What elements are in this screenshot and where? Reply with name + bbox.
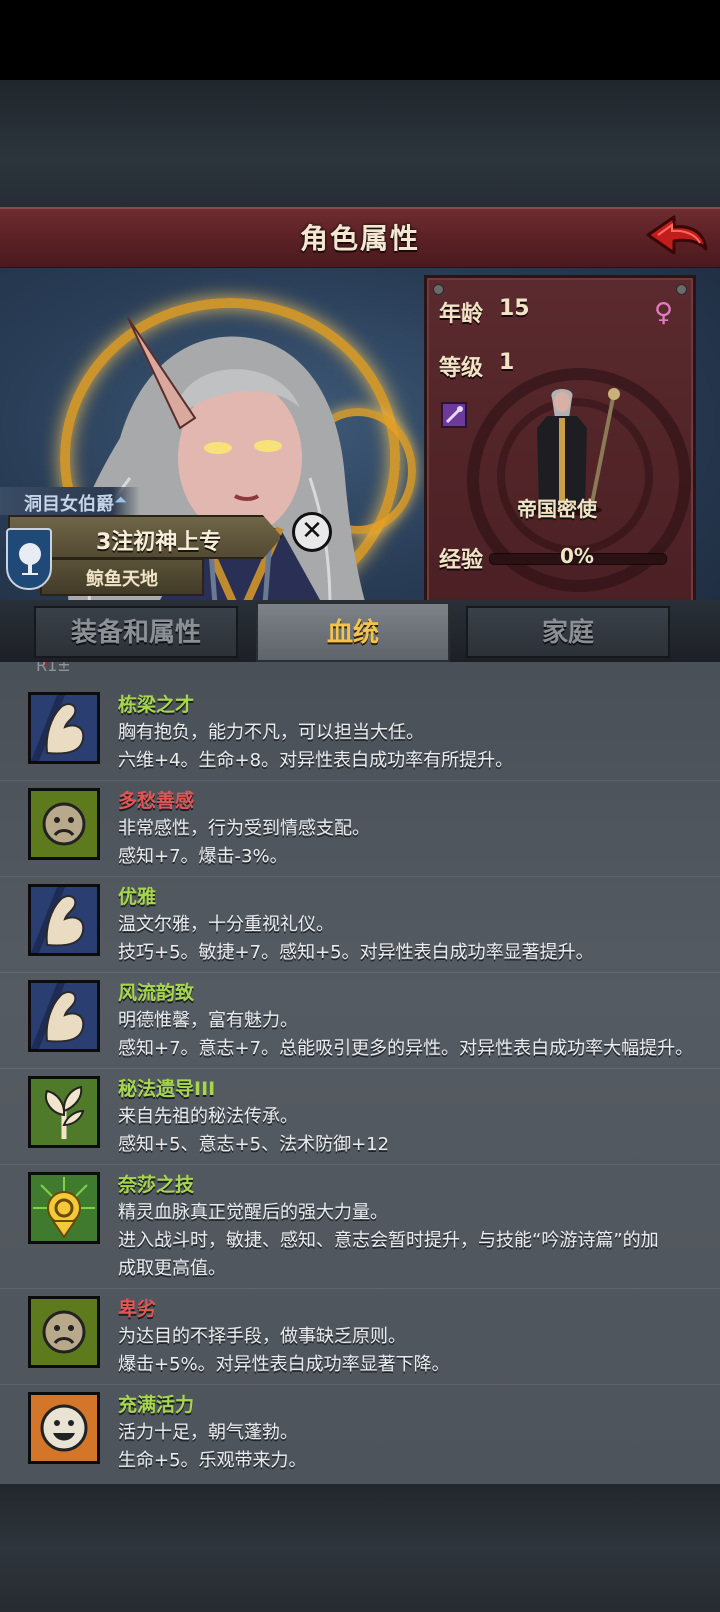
tree-crest-icon: [6, 528, 52, 590]
trait-row[interactable]: 栋梁之才 胸有抱负，能力不凡，可以担当大任。 六维+4。生命+8。对异性表白成功…: [0, 684, 720, 781]
trait-list[interactable]: R1± 栋梁之才 胸有抱负，能力不凡，可以担当大任。 六维+4。生命+8。对异性…: [0, 662, 720, 1484]
trait-effect: 进入战斗时，敏捷、感知、意志会暂时提升，与技能“吟游诗篇”的加: [118, 1230, 659, 1251]
trait-desc: 明德惟馨，富有魅力。: [118, 1010, 298, 1031]
trait-row[interactable]: 秘法遗导III 来自先祖的秘法传承。 感知+5、意志+5、法术防御+12: [0, 1068, 720, 1165]
trait-desc: 精灵血脉真正觉醒后的强大力量。: [118, 1202, 388, 1223]
trait-effect: 六维+4。生命+8。对异性表白成功率有所提升。: [118, 750, 514, 771]
trait-name: 风流韵致: [118, 982, 195, 1004]
female-gender-icon: ♀: [653, 298, 673, 328]
sprout-icon: [28, 1076, 100, 1148]
back-button[interactable]: [644, 213, 710, 263]
title-bar: 角色属性: [0, 207, 720, 270]
tree-icon: [19, 543, 41, 575]
xp-value: 0%: [560, 544, 594, 568]
class-name: 帝国密使: [517, 497, 597, 521]
panel-rivet: [433, 284, 444, 295]
flexed-arm-icon: [28, 692, 100, 764]
trait-row[interactable]: 充满活力 活力十足，朝气蓬勃。 生命+5。乐观带来力。: [0, 1384, 720, 1480]
sad-face-icon: [28, 1296, 100, 1368]
age-label: 年龄: [439, 302, 484, 327]
trait-effect: 感知+7。爆击-3%。: [118, 846, 288, 867]
back-arrow-icon: [646, 215, 708, 255]
panel-rivet: [676, 284, 687, 295]
trait-effect: 感知+7。意志+7。总能吸引更多的异性。对异性表白成功率大幅提升。: [118, 1038, 694, 1059]
trait-desc: 活力十足，朝气蓬勃。: [118, 1422, 298, 1443]
tab-bar: 装备和属性 血统 家庭: [0, 600, 720, 662]
tab-bloodline[interactable]: 血统: [256, 602, 450, 662]
land-plate: 鲸鱼天地: [40, 558, 204, 596]
rank-up-icon: ⏶: [114, 490, 127, 509]
trait-row[interactable]: 奈莎之技 精灵血脉真正觉醒后的强大力量。 进入战斗时，敏捷、感知、意志会暂时提升…: [0, 1164, 720, 1289]
sad-face-icon: [28, 788, 100, 860]
trait-name: 充满活力: [118, 1394, 195, 1416]
trait-name: 奈莎之技: [118, 1174, 195, 1196]
level-label: 等级: [439, 356, 484, 381]
page-title: 角色属性: [299, 222, 420, 255]
character-info-panel: 年龄 15 ♀ 等级 1 帝国密使 经验 0%: [424, 275, 696, 606]
staff-class-icon: [441, 402, 467, 428]
trait-row[interactable]: 优雅 温文尔雅，十分重视礼仪。 技巧+5。敏捷+7。感知+5。对异性表白成功率显…: [0, 876, 720, 973]
trait-desc: 胸有抱负，能力不凡，可以担当大任。: [118, 722, 424, 743]
flexed-arm-icon: [28, 884, 100, 956]
noble-rank: 洞目女伯爵: [24, 494, 114, 515]
trait-row[interactable]: 多愁善感 非常感性，行为受到情感支配。 感知+7。爆击-3%。: [0, 780, 720, 877]
trait-effect: 感知+5、意志+5、法术防御+12: [118, 1134, 390, 1155]
character-name: 3注初神上专: [96, 530, 222, 555]
land-name: 鲸鱼天地: [86, 569, 158, 590]
trait-effect-cont: 成取更高值。: [118, 1258, 226, 1279]
trait-desc: 非常感性，行为受到情感支配。: [118, 818, 370, 839]
trait-effect: 技巧+5。敏捷+7。感知+5。对异性表白成功率显著提升。: [118, 942, 594, 963]
trait-name: 栋梁之才: [118, 694, 195, 716]
xp-label: 经验: [439, 548, 484, 573]
tab-family[interactable]: 家庭: [466, 606, 670, 658]
trait-row[interactable]: 风流韵致 明德惟馨，富有魅力。 感知+7。意志+7。总能吸引更多的异性。对异性表…: [0, 972, 720, 1069]
level-value: 1: [499, 350, 515, 375]
trait-name: 优雅: [118, 886, 157, 908]
trait-desc: 为达目的不择手段，做事缺乏原则。: [118, 1326, 406, 1347]
trait-desc: 来自先祖的秘法传承。: [118, 1106, 298, 1127]
trait-desc: 温文尔雅，十分重视礼仪。: [118, 914, 334, 935]
golden-emblem-icon: [28, 1172, 100, 1244]
trait-row[interactable]: 卑劣 为达目的不择手段，做事缺乏原则。 爆击+5%。对异性表白成功率显著下降。: [0, 1288, 720, 1385]
trait-effect: 生命+5。乐观带来力。: [118, 1450, 307, 1471]
status-bar-area: [0, 0, 720, 80]
happy-face-icon: [28, 1392, 100, 1464]
age-value: 15: [499, 296, 530, 321]
top-background: [0, 80, 720, 208]
bottom-background: [0, 1484, 720, 1612]
cut-off-row: R1±: [36, 662, 71, 675]
trait-name: 多愁善感: [118, 790, 195, 812]
trait-name: 卑劣: [118, 1298, 157, 1320]
trait-effect: 爆击+5%。对异性表白成功率显著下降。: [118, 1354, 450, 1375]
trait-name: 秘法遗导III: [118, 1078, 216, 1100]
rank-strip: 洞目女伯爵 ⏶: [0, 487, 140, 515]
tab-equipment[interactable]: 装备和属性: [34, 606, 238, 658]
close-icon[interactable]: ✕: [292, 512, 332, 552]
flexed-arm-icon: [28, 980, 100, 1052]
